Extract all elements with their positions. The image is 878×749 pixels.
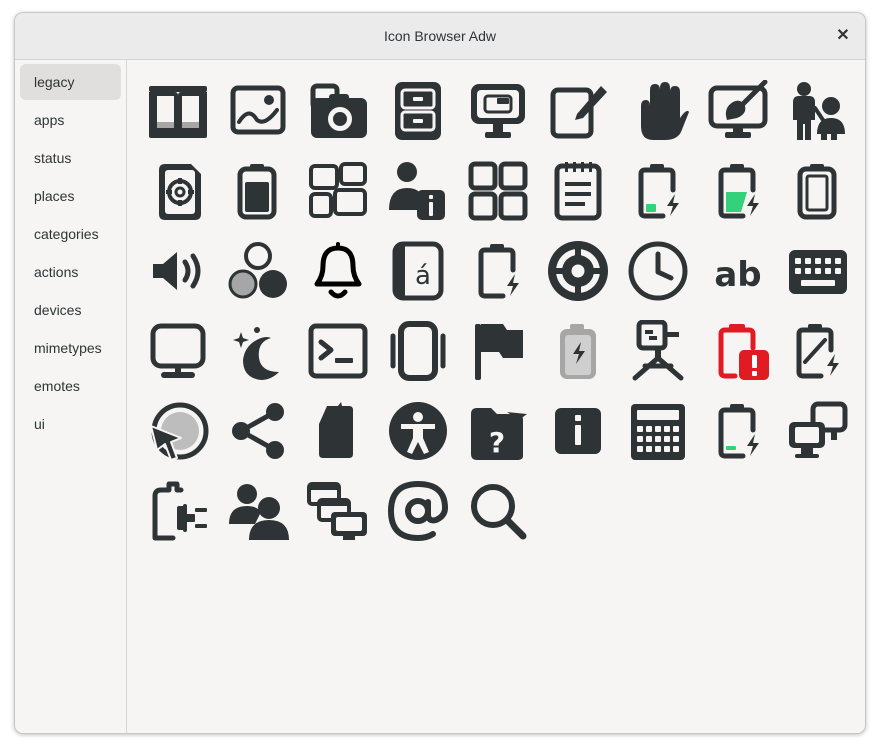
- svg-text:ab: ab: [714, 255, 761, 295]
- image-icon[interactable]: [227, 80, 289, 142]
- ac-adapter-icon[interactable]: [147, 480, 209, 542]
- sd-card-icon[interactable]: [307, 400, 369, 462]
- phone-vibrate-icon[interactable]: [387, 320, 449, 382]
- sidebar-item-actions[interactable]: actions: [20, 254, 121, 290]
- calculator-icon[interactable]: [627, 400, 689, 462]
- clock-icon[interactable]: [627, 240, 689, 302]
- monitor-icon[interactable]: [147, 320, 209, 382]
- sidebar-item-status[interactable]: status: [20, 140, 121, 176]
- battery-charging-low-alt-icon[interactable]: [707, 400, 769, 462]
- battery-charging-green-icon[interactable]: [707, 160, 769, 222]
- battery-charging-empty-icon[interactable]: [467, 240, 529, 302]
- webcam-icon[interactable]: [627, 320, 689, 382]
- app-window: Icon Browser Adw ✕ legacy apps status pl…: [14, 12, 866, 734]
- network-computers-icon[interactable]: [787, 400, 849, 462]
- sidebar-item-ui[interactable]: ui: [20, 406, 121, 442]
- view-grid-alt-icon[interactable]: [307, 160, 369, 222]
- document-edit-icon[interactable]: [547, 80, 609, 142]
- at-sign-icon[interactable]: [387, 480, 449, 542]
- sidebar-item-legacy[interactable]: legacy: [20, 64, 121, 100]
- network-transfer-icon[interactable]: [307, 480, 369, 542]
- icon-grid: á ab?: [127, 60, 865, 733]
- header-bar: Icon Browser Adw ✕: [15, 13, 865, 60]
- users-icon[interactable]: [227, 480, 289, 542]
- close-button[interactable]: ✕: [831, 24, 855, 48]
- share-icon[interactable]: [227, 400, 289, 462]
- battery-empty-icon[interactable]: [787, 160, 849, 222]
- people-child-icon[interactable]: [787, 80, 849, 142]
- globe-pointer-icon[interactable]: [147, 400, 209, 462]
- battery-charging-alt-icon[interactable]: [787, 320, 849, 382]
- sidebar-item-apps[interactable]: apps: [20, 102, 121, 138]
- computer-display-icon[interactable]: [467, 80, 529, 142]
- bell-icon[interactable]: [307, 240, 369, 302]
- terminal-icon[interactable]: [307, 320, 369, 382]
- file-cabinet-icon[interactable]: [387, 80, 449, 142]
- camera-photo-icon[interactable]: [307, 80, 369, 142]
- color-circles-icon[interactable]: [227, 240, 289, 302]
- category-sidebar: legacy apps status places categories act…: [15, 60, 127, 733]
- battery-alert-red-icon[interactable]: [707, 320, 769, 382]
- document-safe-icon[interactable]: [147, 160, 209, 222]
- sidebar-item-devices[interactable]: devices: [20, 292, 121, 328]
- audio-volume-icon[interactable]: [147, 240, 209, 302]
- hand-stop-icon[interactable]: [627, 80, 689, 142]
- svg-text:?: ?: [489, 426, 505, 459]
- keyboard-icon[interactable]: [787, 240, 849, 302]
- accessibility-icon[interactable]: [387, 400, 449, 462]
- battery-full-icon[interactable]: [227, 160, 289, 222]
- search-icon[interactable]: [467, 480, 529, 542]
- battery-charging-gray-icon[interactable]: [547, 320, 609, 382]
- sidebar-item-emotes[interactable]: emotes: [20, 368, 121, 404]
- night-mode-icon[interactable]: [227, 320, 289, 382]
- lifebuoy-help-icon[interactable]: [547, 240, 609, 302]
- folder-help-icon[interactable]: ?: [467, 400, 529, 462]
- person-info-icon[interactable]: [387, 160, 449, 222]
- sidebar-item-categories[interactable]: categories: [20, 216, 121, 252]
- flag-icon[interactable]: [467, 320, 529, 382]
- accent-char-icon[interactable]: á: [387, 240, 449, 302]
- view-grid-icon[interactable]: [467, 160, 529, 222]
- info-square-icon[interactable]: [547, 400, 609, 462]
- spell-check-icon[interactable]: ab: [707, 240, 769, 302]
- window-title: Icon Browser Adw: [383, 28, 497, 44]
- notepad-icon[interactable]: [547, 160, 609, 222]
- book-open-icon[interactable]: [147, 80, 209, 142]
- sidebar-item-places[interactable]: places: [20, 178, 121, 214]
- display-draw-icon[interactable]: [707, 80, 769, 142]
- battery-charging-low-icon[interactable]: [627, 160, 689, 222]
- svg-text:á: á: [415, 261, 431, 291]
- sidebar-item-mimetypes[interactable]: mimetypes: [20, 330, 121, 366]
